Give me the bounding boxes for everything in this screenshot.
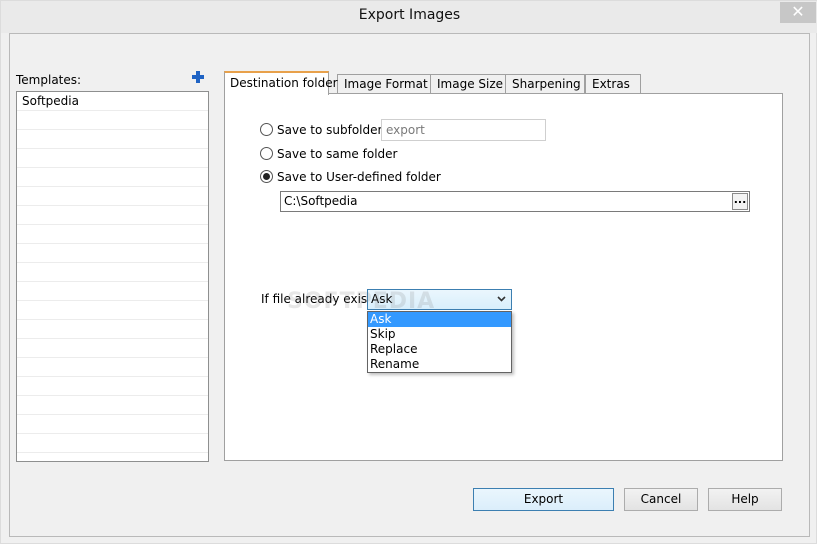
cancel-button[interactable]: Cancel xyxy=(624,488,698,511)
tab-extras[interactable]: Extras xyxy=(585,74,641,94)
template-empty-row xyxy=(17,168,208,187)
if-file-exists-select[interactable]: Ask xyxy=(367,289,512,310)
template-empty-row xyxy=(17,396,208,415)
template-empty-row xyxy=(17,358,208,377)
template-empty-row xyxy=(17,301,208,320)
tab-sharpening[interactable]: Sharpening xyxy=(505,74,585,94)
template-empty-row xyxy=(17,244,208,263)
template-empty-row xyxy=(17,111,208,130)
save-to-user-defined-folder-radio[interactable] xyxy=(260,170,273,183)
template-empty-row xyxy=(17,434,208,453)
save-to-subfolder-radio[interactable] xyxy=(260,123,273,136)
template-empty-row xyxy=(17,225,208,244)
if-file-exists-selected-value: Ask xyxy=(371,292,393,306)
add-template-plus-icon[interactable] xyxy=(191,70,205,84)
templates-list[interactable]: Softpedia xyxy=(16,91,209,462)
save-to-same-folder-radio[interactable] xyxy=(260,147,273,160)
subfolder-input[interactable]: export xyxy=(381,119,546,141)
template-item[interactable]: Softpedia xyxy=(17,92,208,111)
tab-image-format[interactable]: Image Format xyxy=(337,74,431,94)
close-button[interactable]: ✕ xyxy=(780,2,816,23)
template-empty-row xyxy=(17,320,208,339)
if-file-exists-label: If file already exists: xyxy=(261,292,383,306)
template-empty-row xyxy=(17,415,208,434)
browse-folder-button[interactable]: ... xyxy=(732,193,748,210)
template-empty-row xyxy=(17,263,208,282)
dropdown-option-rename[interactable]: Rename xyxy=(368,357,511,372)
templates-label: Templates: xyxy=(16,73,82,87)
export-button[interactable]: Export xyxy=(473,488,614,511)
dropdown-option-ask[interactable]: Ask xyxy=(368,312,511,327)
chevron-down-icon xyxy=(497,296,506,302)
folder-path-input[interactable]: C:\Softpedia xyxy=(280,191,750,212)
close-icon: ✕ xyxy=(791,2,805,21)
template-empty-row xyxy=(17,282,208,301)
template-empty-row xyxy=(17,130,208,149)
template-empty-row xyxy=(17,149,208,168)
tab-destination-folder[interactable]: Destination folder xyxy=(224,71,338,95)
help-button[interactable]: Help xyxy=(708,488,782,511)
save-to-same-folder-label: Save to same folder xyxy=(277,147,398,161)
dropdown-option-replace[interactable]: Replace xyxy=(368,342,511,357)
template-empty-row xyxy=(17,206,208,225)
tab-image-size[interactable]: Image Size xyxy=(430,74,506,94)
template-empty-row xyxy=(17,187,208,206)
if-file-exists-dropdown-list[interactable]: Ask Skip Replace Rename xyxy=(367,311,512,373)
save-to-user-defined-folder-label: Save to User-defined folder xyxy=(277,170,441,184)
title-bar[interactable]: Export Images ✕ xyxy=(1,1,817,33)
dropdown-option-skip[interactable]: Skip xyxy=(368,327,511,342)
window-title: Export Images xyxy=(358,7,461,23)
template-empty-row xyxy=(17,339,208,358)
save-to-subfolder-label: Save to subfolder: xyxy=(277,123,387,137)
template-empty-row xyxy=(17,377,208,396)
